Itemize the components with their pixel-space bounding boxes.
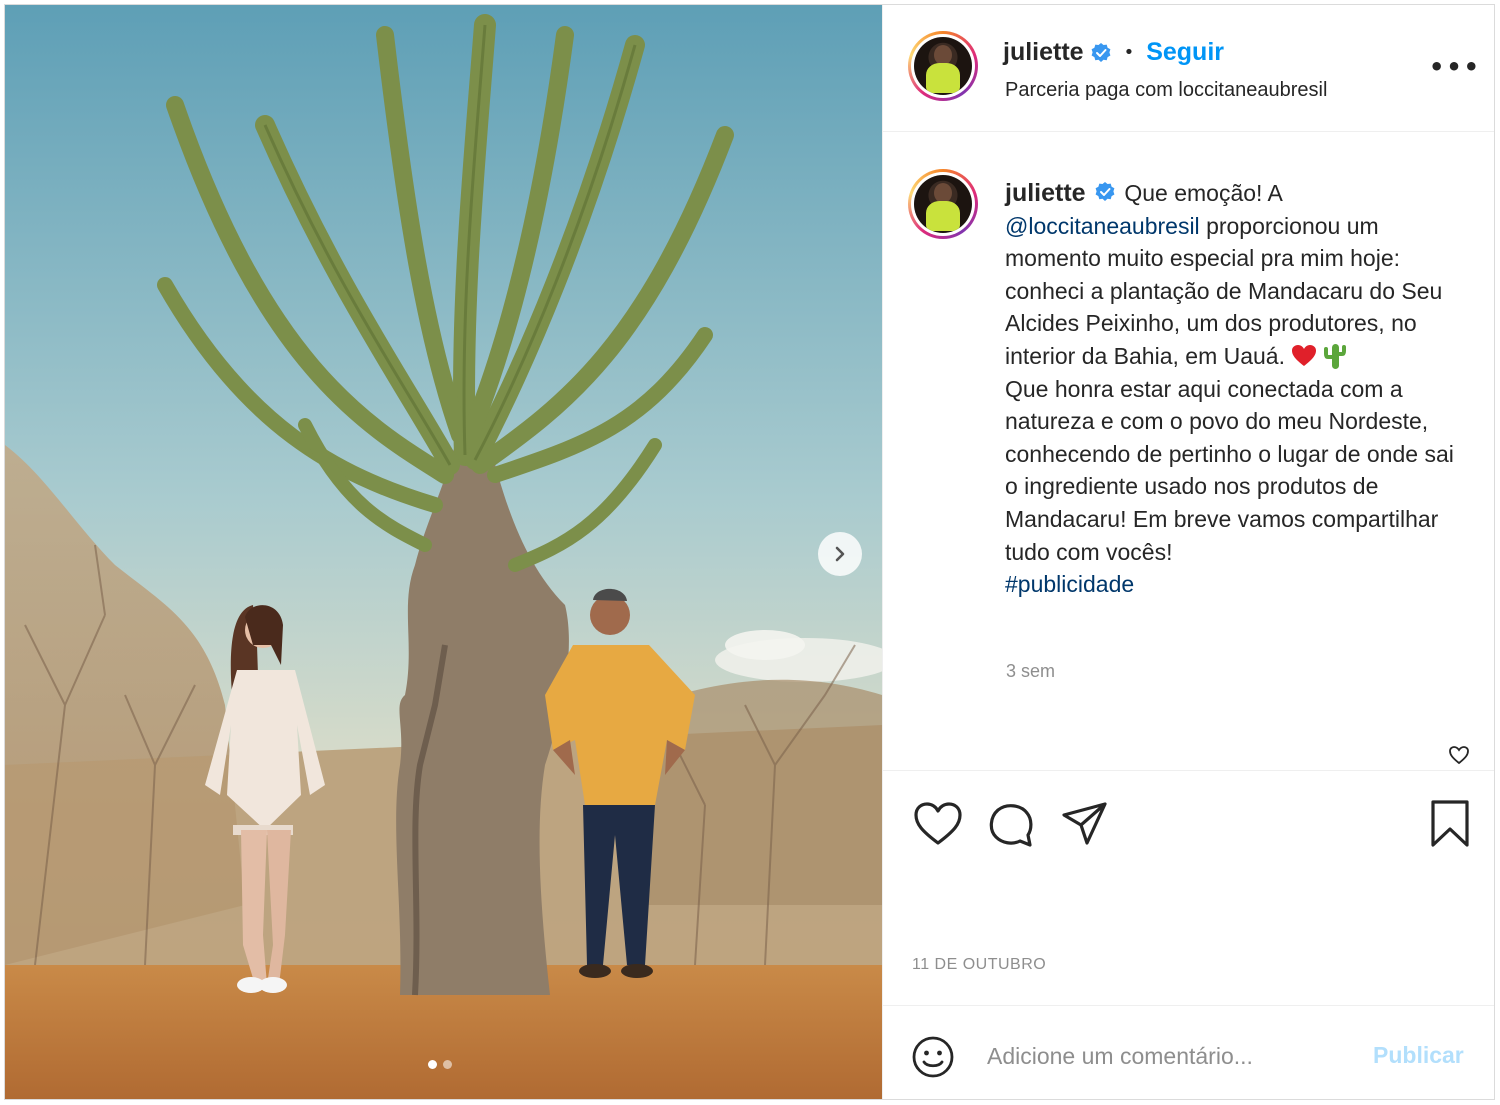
post-dialog: juliette • Seguir Parceria paga com locc… xyxy=(4,4,1495,1100)
cactus-emoji xyxy=(1323,343,1346,369)
separator-dot: • xyxy=(1123,42,1135,63)
add-comment-bar: Publicar xyxy=(883,1005,1494,1099)
follow-button[interactable]: Seguir xyxy=(1146,38,1224,67)
post-photo[interactable] xyxy=(5,5,882,1099)
comment-like-heart-icon[interactable] xyxy=(1448,745,1470,765)
chevron-right-icon xyxy=(835,546,845,562)
verified-badge-icon xyxy=(1095,181,1115,201)
author-line: juliette • Seguir xyxy=(1003,38,1224,67)
caption-area: juliette Que emoção! A @loccitaneaubresi… xyxy=(883,133,1494,770)
paid-partnership-label[interactable]: Parceria paga com loccitaneaubresil xyxy=(1005,79,1327,102)
heart-icon[interactable] xyxy=(913,801,963,847)
bookmark-icon[interactable] xyxy=(1428,799,1472,849)
post-caption: juliette Que emoção! A @loccitaneaubresi… xyxy=(1005,177,1460,601)
verified-badge-icon xyxy=(1091,42,1110,62)
photo-illustration xyxy=(5,5,882,1099)
caption-text-1: Que emoção! A xyxy=(1124,180,1282,206)
mention-link[interactable]: @loccitaneaubresil xyxy=(1005,213,1200,239)
post-date[interactable]: 11 DE OUTUBRO xyxy=(912,956,1046,974)
caption-text-3: Que honra estar aqui conectada com a nat… xyxy=(1005,375,1454,565)
comment-icon[interactable] xyxy=(987,801,1035,849)
hashtag-link[interactable]: #publicidade xyxy=(1005,571,1134,597)
carousel-next-button[interactable] xyxy=(818,532,862,576)
paper-plane-icon[interactable] xyxy=(1061,801,1109,847)
smiley-icon[interactable] xyxy=(911,1035,955,1079)
carousel-dot-active xyxy=(428,1060,437,1069)
caption-timestamp[interactable]: 3 sem xyxy=(1006,661,1055,682)
carousel-indicator xyxy=(428,1060,452,1069)
caption-author-avatar[interactable] xyxy=(908,169,978,239)
heart-emoji xyxy=(1292,344,1317,366)
author-avatar[interactable] xyxy=(908,31,978,101)
post-header: juliette • Seguir Parceria paga com locc… xyxy=(883,5,1494,132)
comment-input[interactable] xyxy=(987,1036,1357,1076)
caption-author-username[interactable]: juliette xyxy=(1005,179,1086,207)
post-side-panel: juliette • Seguir Parceria paga com locc… xyxy=(882,5,1494,1099)
publish-button[interactable]: Publicar xyxy=(1373,1042,1464,1069)
carousel-dot xyxy=(443,1060,452,1069)
more-options-icon[interactable]: ••• xyxy=(1429,53,1481,81)
author-username[interactable]: juliette xyxy=(1003,38,1084,67)
post-actions: 11 DE OUTUBRO xyxy=(883,770,1494,1005)
